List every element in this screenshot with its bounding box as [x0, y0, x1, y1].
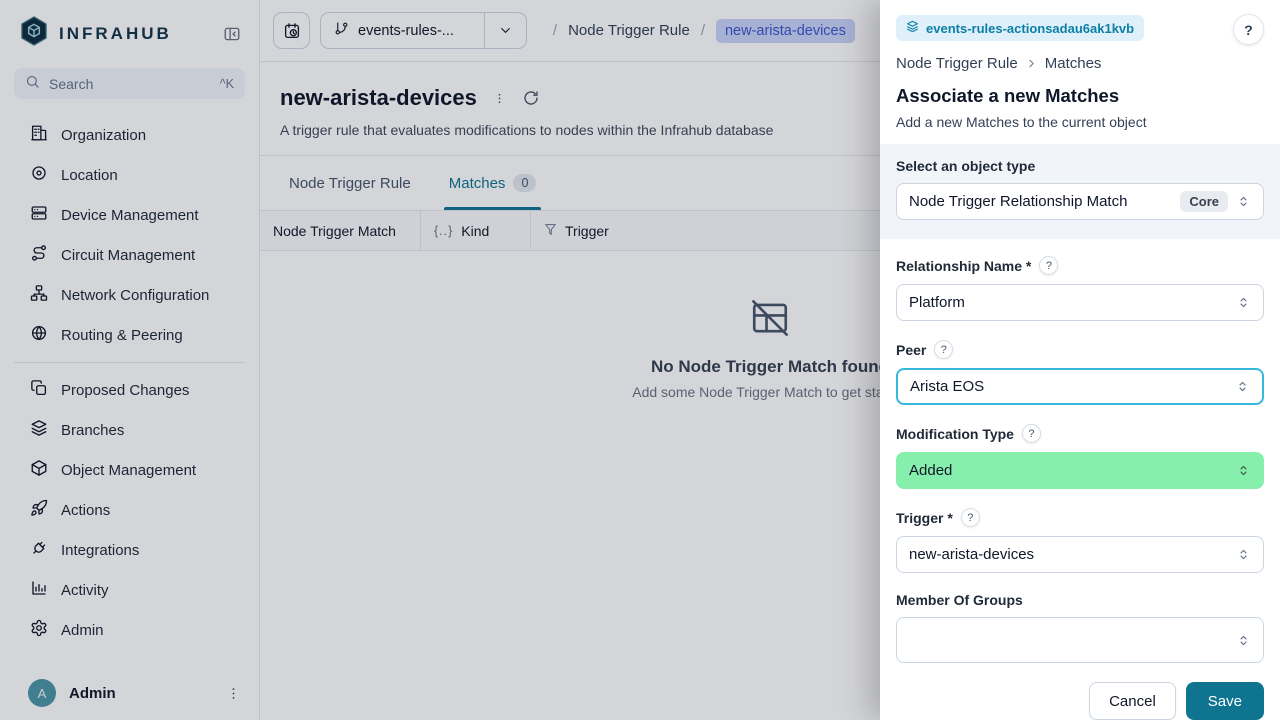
drawer-title: Associate a new Matches	[896, 85, 1264, 107]
field-value: Platform	[909, 294, 965, 311]
chevrons-up-down-icon	[1236, 295, 1251, 310]
field-value: new-arista-devices	[909, 546, 1034, 563]
field-help-button[interactable]: ?	[961, 508, 980, 527]
chevrons-up-down-icon	[1236, 547, 1251, 562]
chevrons-up-down-icon	[1235, 379, 1250, 394]
chevrons-up-down-icon	[1236, 463, 1251, 478]
field-help-button[interactable]: ?	[1039, 256, 1058, 275]
object-type-value: Node Trigger Relationship Match	[909, 193, 1127, 210]
drawer-header: events-rules-actionsadau6ak1kvb ? Node T…	[880, 0, 1280, 144]
drawer-backdrop[interactable]	[0, 0, 880, 720]
field-modification-type: Modification Type ? Added	[896, 424, 1264, 489]
associate-matches-drawer: events-rules-actionsadau6ak1kvb ? Node T…	[880, 0, 1280, 720]
drawer-form: Relationship Name * ? Platform Peer ? Ar…	[880, 239, 1280, 682]
drawer-breadcrumb: Node Trigger Rule Matches	[896, 55, 1264, 72]
field-label: Peer	[896, 342, 926, 358]
drawer-breadcrumb-current: Matches	[1045, 55, 1102, 72]
member-of-groups-select[interactable]	[896, 617, 1264, 663]
field-label: Relationship Name *	[896, 258, 1031, 274]
object-type-section: Select an object type Node Trigger Relat…	[880, 144, 1280, 239]
peer-select[interactable]: Arista EOS	[896, 368, 1264, 405]
branch-badge-label: events-rules-actionsadau6ak1kvb	[926, 21, 1134, 36]
drawer-breadcrumb-parent[interactable]: Node Trigger Rule	[896, 55, 1018, 72]
layers-icon	[906, 20, 919, 36]
core-badge: Core	[1180, 191, 1228, 212]
field-value: Added	[909, 462, 952, 479]
branch-badge[interactable]: events-rules-actionsadau6ak1kvb	[896, 15, 1144, 41]
trigger-select[interactable]: new-arista-devices	[896, 536, 1264, 573]
chevrons-up-down-icon	[1236, 633, 1251, 648]
field-label: Modification Type	[896, 426, 1014, 442]
chevrons-up-down-icon	[1236, 194, 1251, 209]
save-button[interactable]: Save	[1186, 682, 1264, 720]
field-label: Trigger *	[896, 510, 953, 526]
drawer-subtitle: Add a new Matches to the current object	[896, 114, 1264, 130]
cancel-button[interactable]: Cancel	[1089, 682, 1176, 720]
field-help-button[interactable]: ?	[1022, 424, 1041, 443]
chevron-right-icon	[1025, 57, 1038, 70]
relationship-name-select[interactable]: Platform	[896, 284, 1264, 321]
field-help-button[interactable]: ?	[934, 340, 953, 359]
object-type-label: Select an object type	[896, 158, 1264, 174]
field-value: Arista EOS	[910, 378, 984, 395]
field-label: Member Of Groups	[896, 592, 1023, 608]
drawer-footer: Cancel Save	[880, 682, 1280, 720]
object-type-select[interactable]: Node Trigger Relationship Match Core	[896, 183, 1264, 220]
field-trigger: Trigger * ? new-arista-devices	[896, 508, 1264, 573]
field-peer: Peer ? Arista EOS	[896, 340, 1264, 405]
help-button[interactable]: ?	[1233, 14, 1264, 45]
field-member-of-groups: Member Of Groups	[896, 592, 1264, 663]
field-relationship-name: Relationship Name * ? Platform	[896, 256, 1264, 321]
modification-type-select[interactable]: Added	[896, 452, 1264, 489]
